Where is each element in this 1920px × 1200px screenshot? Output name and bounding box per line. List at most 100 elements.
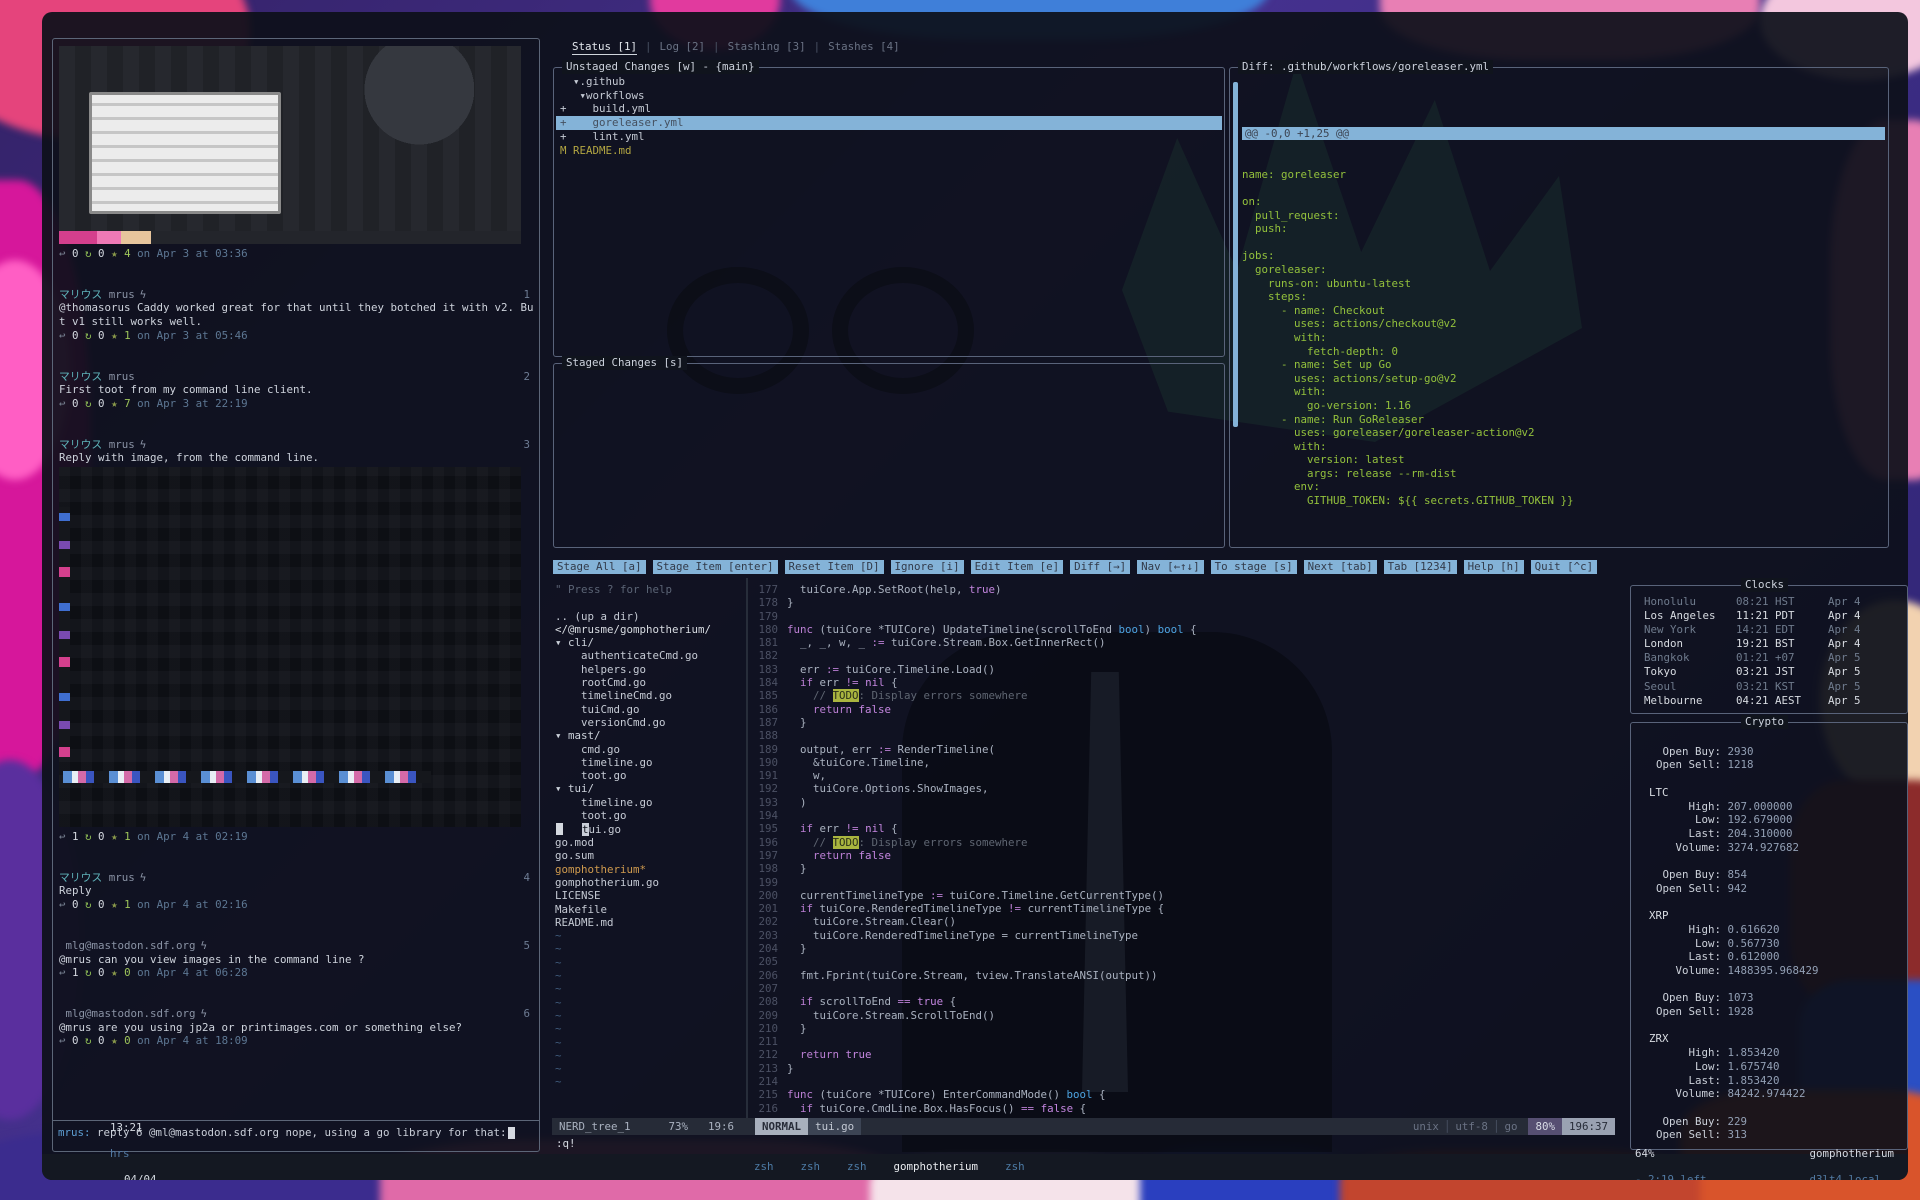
code-line[interactable]: 186 return false: [754, 703, 1615, 716]
tree-item[interactable]: authenticateCmd.go: [555, 649, 743, 662]
code-line[interactable]: 211: [754, 1035, 1615, 1048]
code-line[interactable]: 214: [754, 1075, 1615, 1088]
code-line[interactable]: 202 tuiCore.Stream.Clear(): [754, 915, 1615, 928]
tree-item[interactable]: toot.go: [555, 809, 743, 822]
code-line[interactable]: 199: [754, 876, 1615, 889]
code-line[interactable]: 190 &tuiCore.Timeline,: [754, 756, 1615, 769]
nerdtree-list[interactable]: " Press ? for help .. (up a dir)</@mrusm…: [555, 583, 743, 1089]
tree-item[interactable]: go.mod: [555, 836, 743, 849]
tmux-window[interactable]: zsh: [801, 1160, 821, 1173]
tree-item[interactable]: ▾ cli/: [555, 636, 743, 649]
code-line[interactable]: 206 fmt.Fprint(tuiCore.Stream, tview.Tra…: [754, 969, 1615, 982]
code-line[interactable]: 191 w,: [754, 769, 1615, 782]
toot-list[interactable]: ↩ 0 ↻ 0 ★ 4 on Apr 3 at 03:36 マリウス mrusϟ1…: [59, 44, 534, 1119]
code-line[interactable]: 201 if tuiCore.RenderedTimelineType != c…: [754, 902, 1615, 915]
toot[interactable]: マリウス mrusϟ4Reply↩ 0 ↻ 0 ★ 1 on Apr 4 at …: [59, 871, 534, 912]
code-line[interactable]: 213}: [754, 1062, 1615, 1075]
tree-item[interactable]: helpers.go: [555, 663, 743, 676]
tree-item[interactable]: ~: [555, 929, 743, 942]
tree-item[interactable]: toot.go: [555, 769, 743, 782]
gitui-tab[interactable]: Stashes [4]: [828, 40, 900, 53]
tree-item[interactable]: timelineCmd.go: [555, 689, 743, 702]
tree-item[interactable]: README.md: [555, 916, 743, 929]
tree-item[interactable]: " Press ? for help: [555, 583, 743, 596]
tree-item[interactable]: ▾ tui/: [555, 782, 743, 795]
toot[interactable]: マリウス mrusϟ1@thomasorus Caddy worked grea…: [59, 288, 534, 343]
tree-item[interactable]: timeline.go: [555, 756, 743, 769]
key-hint[interactable]: Help [h]: [1464, 560, 1524, 574]
tree-item[interactable]: ~: [555, 1036, 743, 1049]
key-hint[interactable]: Stage All [a]: [553, 560, 646, 574]
tree-item[interactable]: rootCmd.go: [555, 676, 743, 689]
code-line[interactable]: 194: [754, 809, 1615, 822]
code-line[interactable]: 208 if scrollToEnd == true {: [754, 995, 1615, 1008]
tree-item[interactable]: ~: [555, 996, 743, 1009]
key-hint[interactable]: Diff [→]: [1070, 560, 1130, 574]
tree-item[interactable]: gomphotherium*: [555, 863, 743, 876]
tree-item[interactable]: ~: [555, 1022, 743, 1035]
tree-item[interactable]: gomphotherium.go: [555, 876, 743, 889]
gitui-tab[interactable]: Status [1]: [572, 40, 637, 55]
tree-item[interactable]: tui.go: [556, 823, 563, 835]
file-row[interactable]: + lint.yml: [556, 130, 1222, 144]
code-line[interactable]: 210 }: [754, 1022, 1615, 1035]
toot[interactable]: ↩ 0 ↻ 0 ★ 4 on Apr 3 at 03:36: [59, 46, 534, 261]
key-hint[interactable]: Quit [^c]: [1531, 560, 1598, 574]
code-line[interactable]: 185 // TODO: Display errors somewhere: [754, 689, 1615, 702]
key-hint[interactable]: To stage [s]: [1211, 560, 1297, 574]
tree-item[interactable]: ~: [555, 1049, 743, 1062]
tree-item[interactable]: go.sum: [555, 849, 743, 862]
tree-item[interactable]: timeline.go: [555, 796, 743, 809]
code-line[interactable]: 197 return false: [754, 849, 1615, 862]
diff-scrollbar[interactable]: [1233, 82, 1238, 427]
tree-item[interactable]: ▾ mast/: [555, 729, 743, 742]
file-row[interactable]: M README.md: [556, 144, 1222, 158]
code-line[interactable]: 187 }: [754, 716, 1615, 729]
tree-item[interactable]: ~: [555, 969, 743, 982]
tree-item[interactable]: LICENSE: [555, 889, 743, 902]
code-line[interactable]: 195 if err != nil {: [754, 822, 1615, 835]
code-line[interactable]: 180func (tuiCore *TUICore) UpdateTimelin…: [754, 623, 1615, 636]
file-row[interactable]: ▾workflows: [556, 89, 1222, 103]
code-line[interactable]: 196 // TODO: Display errors somewhere: [754, 836, 1615, 849]
tree-item[interactable]: ~: [555, 1009, 743, 1022]
vim-command-line[interactable]: :q!: [556, 1137, 576, 1150]
tree-item[interactable]: Makefile: [555, 903, 743, 916]
code-line[interactable]: 181 _, _, w, _ := tuiCore.Stream.Box.Get…: [754, 636, 1615, 649]
tree-item[interactable]: ~: [555, 982, 743, 995]
toot-image[interactable]: [59, 467, 521, 827]
code-line[interactable]: 193 ): [754, 796, 1615, 809]
tree-item[interactable]: ~: [555, 956, 743, 969]
tree-item[interactable]: ~: [555, 1062, 743, 1075]
code-line[interactable]: 178}: [754, 596, 1615, 609]
tree-item[interactable]: tuiCmd.go: [555, 703, 743, 716]
code-line[interactable]: 215func (tuiCore *TUICore) EnterCommandM…: [754, 1088, 1615, 1101]
code-line[interactable]: 204 }: [754, 942, 1615, 955]
unstaged-tree[interactable]: ▾.github ▾workflows+ build.yml+ goreleas…: [556, 75, 1222, 157]
tree-item[interactable]: versionCmd.go: [555, 716, 743, 729]
key-hint[interactable]: Tab [1234]: [1384, 560, 1457, 574]
code-line[interactable]: 200 currentTimelineType := tuiCore.Timel…: [754, 889, 1615, 902]
code-line[interactable]: 192 tuiCore.Options.ShowImages,: [754, 782, 1615, 795]
code-line[interactable]: 189 output, err := RenderTimeline(: [754, 743, 1615, 756]
toot[interactable]: mlg@mastodon.sdf.orgϟ5@mrus can you view…: [59, 939, 534, 980]
code-line[interactable]: 207: [754, 982, 1615, 995]
code-line[interactable]: 184 if err != nil {: [754, 676, 1615, 689]
tmux-window[interactable]: zsh: [847, 1160, 867, 1173]
toot[interactable]: マリウス mrusϟ3Reply with image, from the co…: [59, 438, 534, 844]
code-line[interactable]: 209 tuiCore.Stream.ScrollToEnd(): [754, 1009, 1615, 1022]
code-line[interactable]: 188: [754, 729, 1615, 742]
code-lines[interactable]: 177 tuiCore.App.SetRoot(help, true)178} 1…: [754, 583, 1615, 1115]
key-hint[interactable]: Next [tab]: [1304, 560, 1377, 574]
tmux-window[interactable]: zsh: [754, 1160, 774, 1173]
key-hint[interactable]: Nav [←↑↓]: [1137, 560, 1204, 574]
file-row[interactable]: ▾.github: [556, 75, 1222, 89]
code-line[interactable]: 205: [754, 955, 1615, 968]
code-line[interactable]: 212 return true: [754, 1048, 1615, 1061]
tree-item[interactable]: ~: [555, 942, 743, 955]
code-line[interactable]: 183 err := tuiCore.Timeline.Load(): [754, 663, 1615, 676]
file-row[interactable]: + goreleaser.yml: [556, 116, 1222, 130]
toot-image[interactable]: [59, 46, 521, 244]
gitui-tab[interactable]: Stashing [3]: [728, 40, 806, 53]
code-line[interactable]: 177 tuiCore.App.SetRoot(help, true): [754, 583, 1615, 596]
